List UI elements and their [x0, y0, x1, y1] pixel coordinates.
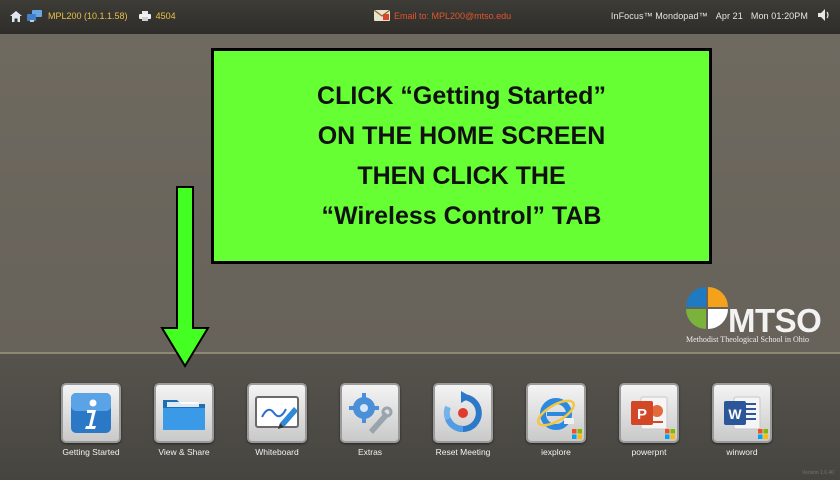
email-link[interactable]: Email to: MPL200@mtso.edu	[374, 10, 511, 21]
info-icon	[71, 393, 111, 433]
app-label: View & Share	[158, 447, 210, 457]
app-extras[interactable]: Extras	[325, 383, 415, 457]
windows-badge-icon	[758, 429, 768, 439]
tools-icon	[349, 393, 393, 434]
app-winword[interactable]: W winword	[697, 383, 787, 457]
app-label: Reset Meeting	[435, 447, 491, 457]
app-tile[interactable]	[247, 383, 307, 443]
app-label: iexplore	[541, 447, 571, 457]
folder-icon	[163, 400, 205, 430]
app-dock: Getting Started View & Share Whiteboard	[0, 354, 840, 480]
clock: Mon 01:20PM	[750, 11, 808, 21]
status-bar-left: MPL200 (10.1.1.58) 4504	[10, 10, 176, 22]
status-bar-right: InFocus™ Mondopad™ Apr 21 Mon 01:20PM	[611, 11, 808, 21]
app-tile[interactable]: P	[619, 383, 679, 443]
down-arrow-icon	[160, 186, 210, 368]
app-reset-meeting[interactable]: Reset Meeting	[418, 383, 508, 457]
version-label: Version 1.0.40	[802, 470, 834, 476]
svg-text:P: P	[637, 406, 647, 423]
app-label: Whiteboard	[255, 447, 299, 457]
app-iexplore[interactable]: iexplore	[511, 383, 601, 457]
app-label: Extras	[357, 447, 383, 457]
app-powerpnt[interactable]: P powerpnt	[604, 383, 694, 457]
mtso-logo: MTSO Methodist Theological School in Ohi…	[684, 285, 834, 345]
windows-badge-icon	[665, 429, 675, 439]
app-label: powerpnt	[631, 447, 667, 457]
svg-text:W: W	[728, 406, 742, 422]
reset-icon	[443, 391, 482, 433]
product-name: InFocus™ Mondopad™	[610, 11, 708, 21]
printer-count: 4504	[155, 11, 176, 21]
app-label: winword	[726, 447, 758, 457]
status-bar: MPL200 (10.1.1.58) 4504 Email to: MPL200…	[0, 0, 840, 34]
app-view-share[interactable]: View & Share	[139, 383, 229, 457]
mtso-logo-mark	[686, 287, 728, 329]
email-label: Email to: MPL200@mtso.edu	[394, 10, 512, 21]
volume-icon[interactable]	[818, 9, 832, 21]
callout-line: CLICK “Getting Started”	[317, 82, 606, 110]
instruction-callout: CLICK “Getting Started” ON THE HOME SCRE…	[211, 48, 712, 264]
app-tile[interactable]: W	[712, 383, 772, 443]
app-tile[interactable]	[526, 383, 586, 443]
printer-icon	[138, 11, 151, 21]
callout-line: THEN CLICK THE	[357, 162, 566, 190]
app-tile[interactable]	[154, 383, 214, 443]
home-icon[interactable]	[10, 10, 22, 22]
date: Apr 21	[715, 11, 743, 21]
mail-icon	[374, 10, 390, 21]
callout-line: ON THE HOME SCREEN	[317, 122, 606, 150]
app-label: Getting Started	[62, 447, 120, 457]
app-tile[interactable]	[340, 383, 400, 443]
app-getting-started[interactable]: Getting Started	[46, 383, 136, 457]
windows-badge-icon	[572, 429, 582, 439]
app-tile[interactable]	[433, 383, 493, 443]
callout-line: “Wireless Control” TAB	[321, 202, 602, 230]
device-address: MPL200 (10.1.1.58)	[48, 11, 128, 21]
app-tile[interactable]	[61, 383, 121, 443]
network-icon	[27, 10, 43, 22]
whiteboard-icon	[255, 396, 299, 429]
app-whiteboard[interactable]: Whiteboard	[232, 383, 322, 457]
logo-tagline: Methodist Theological School in Ohio	[686, 335, 809, 344]
